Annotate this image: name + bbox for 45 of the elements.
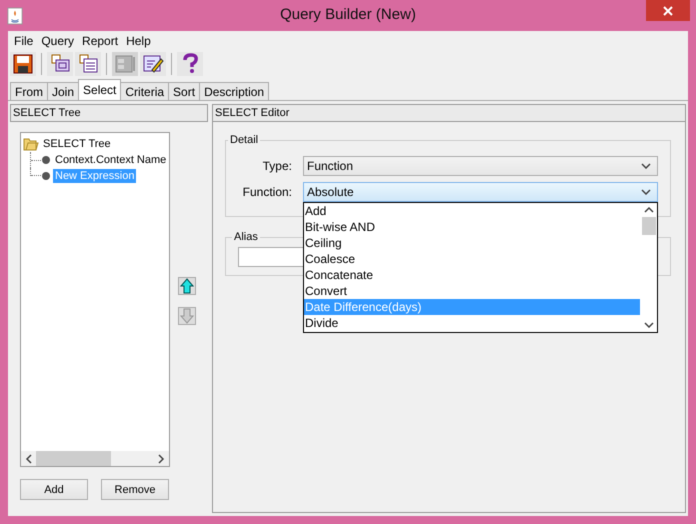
save-toolbar-button[interactable] [10,52,36,76]
tab[interactable]: From [10,82,48,100]
chevron-icon [641,189,651,195]
menu-item[interactable]: Query [37,34,78,48]
dropdown-option[interactable]: Convert [304,283,640,299]
add-button[interactable]: Add [20,479,88,500]
tab[interactable]: Join [47,82,80,100]
move-up-button[interactable] [178,277,196,295]
menu-item[interactable]: File [10,34,38,48]
scrollbar-thumb[interactable] [36,451,111,466]
app-icon [7,6,23,24]
dropdown-option[interactable]: Ceiling [304,235,640,251]
panel-header: SELECT Editor [212,104,686,122]
dropdown-option[interactable]: Divide [304,315,640,331]
dropdown-option[interactable]: Add [304,203,640,219]
dropdown-option[interactable]: Bit-wise AND [304,219,640,235]
folder-icon [23,136,39,152]
tab[interactable]: Description [199,82,270,100]
field-label: Function: [242,185,292,199]
dropdown-option[interactable]: Coalesce [304,251,640,267]
tab[interactable]: Sort [168,82,200,100]
combo-box[interactable]: Function [303,156,658,176]
combo-box[interactable]: Absolute [303,182,658,202]
close-icon [663,6,673,16]
tab[interactable]: Select [78,79,122,100]
group-title: Alias [233,231,259,243]
field-label: Type: [262,159,292,173]
chevron-icon [641,163,651,169]
scrollbar-thumb[interactable] [642,217,656,235]
group-title: Detail [229,134,260,146]
table-toolbar-button[interactable] [75,52,101,76]
horizontal-scrollbar[interactable] [21,451,169,466]
tree-item[interactable]: SELECT Tree [23,136,111,152]
tree-item[interactable]: Context.Context Name [53,153,168,167]
menu-item[interactable]: Help [122,34,155,48]
tab[interactable]: Criteria [120,82,170,100]
dropdown-option[interactable]: Concatenate [304,267,640,283]
edit-toolbar-button[interactable] [140,52,166,76]
join-toolbar-button[interactable] [47,52,73,76]
window-title: Query Builder (New) [280,6,416,23]
panel-header: SELECT Tree [10,104,208,122]
help-toolbar-button[interactable] [177,52,203,76]
close-button[interactable] [646,0,690,21]
menu-item[interactable]: Report [78,34,122,48]
remove-button[interactable]: Remove [101,479,169,500]
